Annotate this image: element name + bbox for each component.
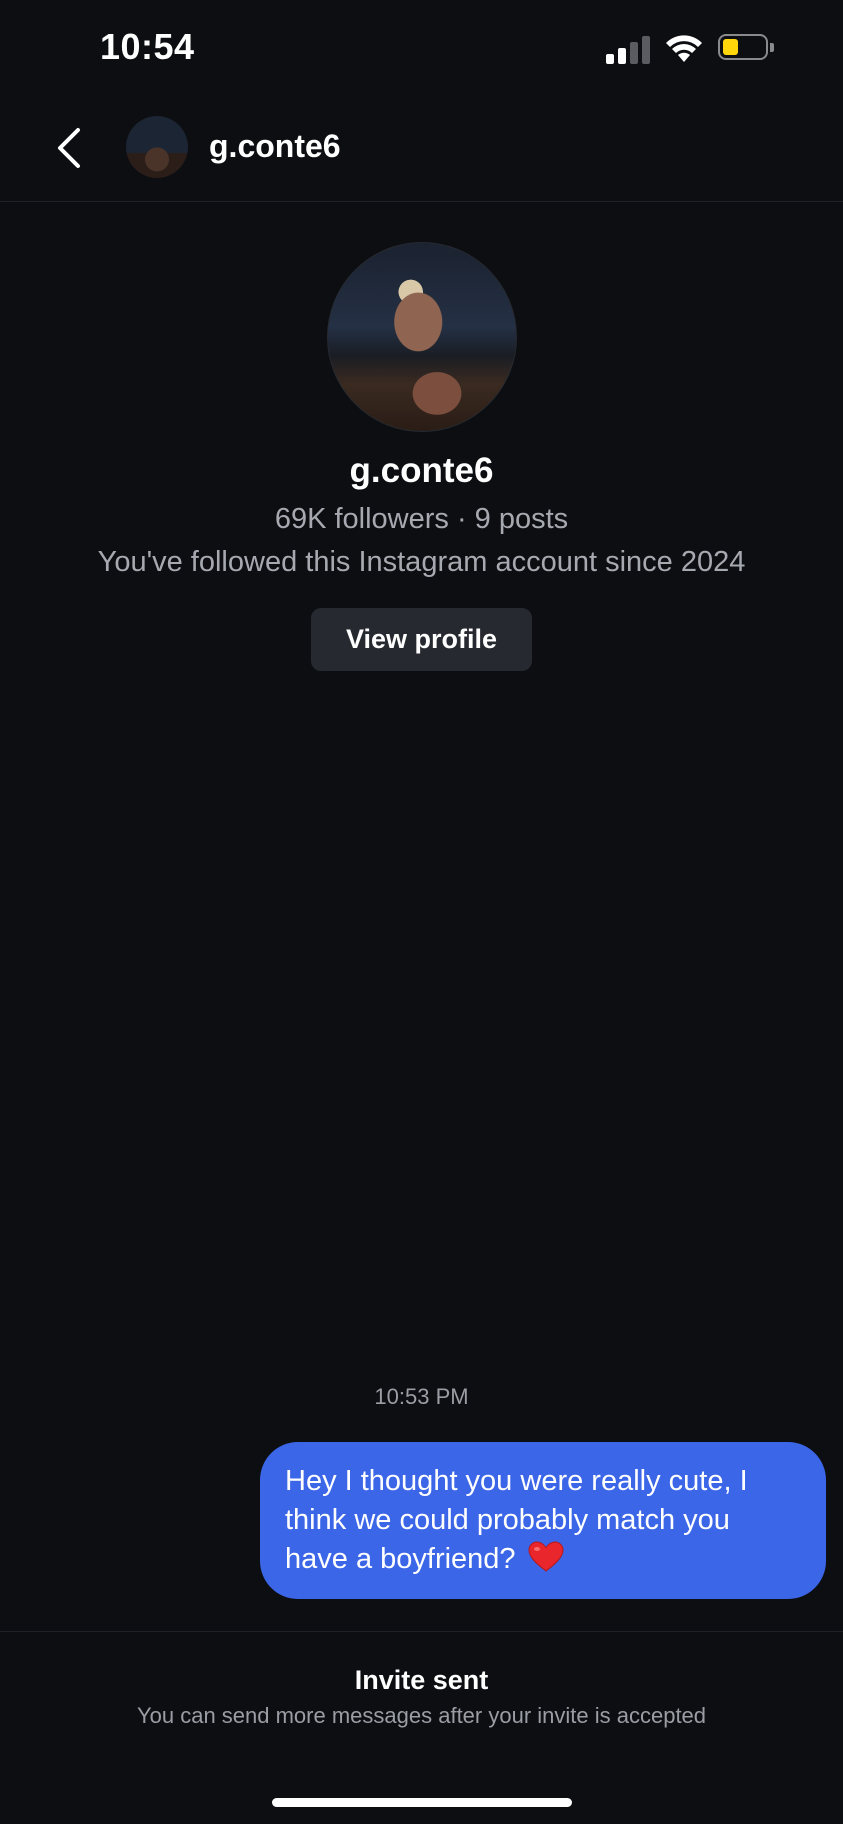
view-profile-button[interactable]: View profile <box>311 608 532 671</box>
battery-icon <box>718 34 774 62</box>
outgoing-message-bubble[interactable]: Hey I thought you were really cute, I th… <box>260 1442 826 1599</box>
header-avatar[interactable] <box>126 116 188 178</box>
message-text: Hey I thought you were really cute, I th… <box>285 1465 748 1575</box>
message-timestamp: 10:53 PM <box>374 1384 469 1409</box>
wifi-icon <box>666 35 702 62</box>
footer-divider <box>0 1631 843 1632</box>
profile-stats: 69K followers · 9 posts <box>274 503 569 535</box>
cellular-signal-icon <box>606 34 650 64</box>
follow-since-note: You've followed this Instagram account s… <box>97 546 746 578</box>
status-time: 10:54 <box>100 26 195 67</box>
back-chevron-icon[interactable] <box>52 124 88 172</box>
header-username[interactable]: g.conte6 <box>209 128 341 165</box>
profile-photo[interactable] <box>327 242 517 432</box>
heart-icon <box>528 1541 564 1572</box>
invite-status-title: Invite sent <box>354 1665 489 1695</box>
profile-name: g.conte6 <box>349 451 494 490</box>
header-divider <box>0 201 843 202</box>
invite-status-subtitle: You can send more messages after your in… <box>136 1703 707 1728</box>
home-indicator <box>272 1798 572 1807</box>
